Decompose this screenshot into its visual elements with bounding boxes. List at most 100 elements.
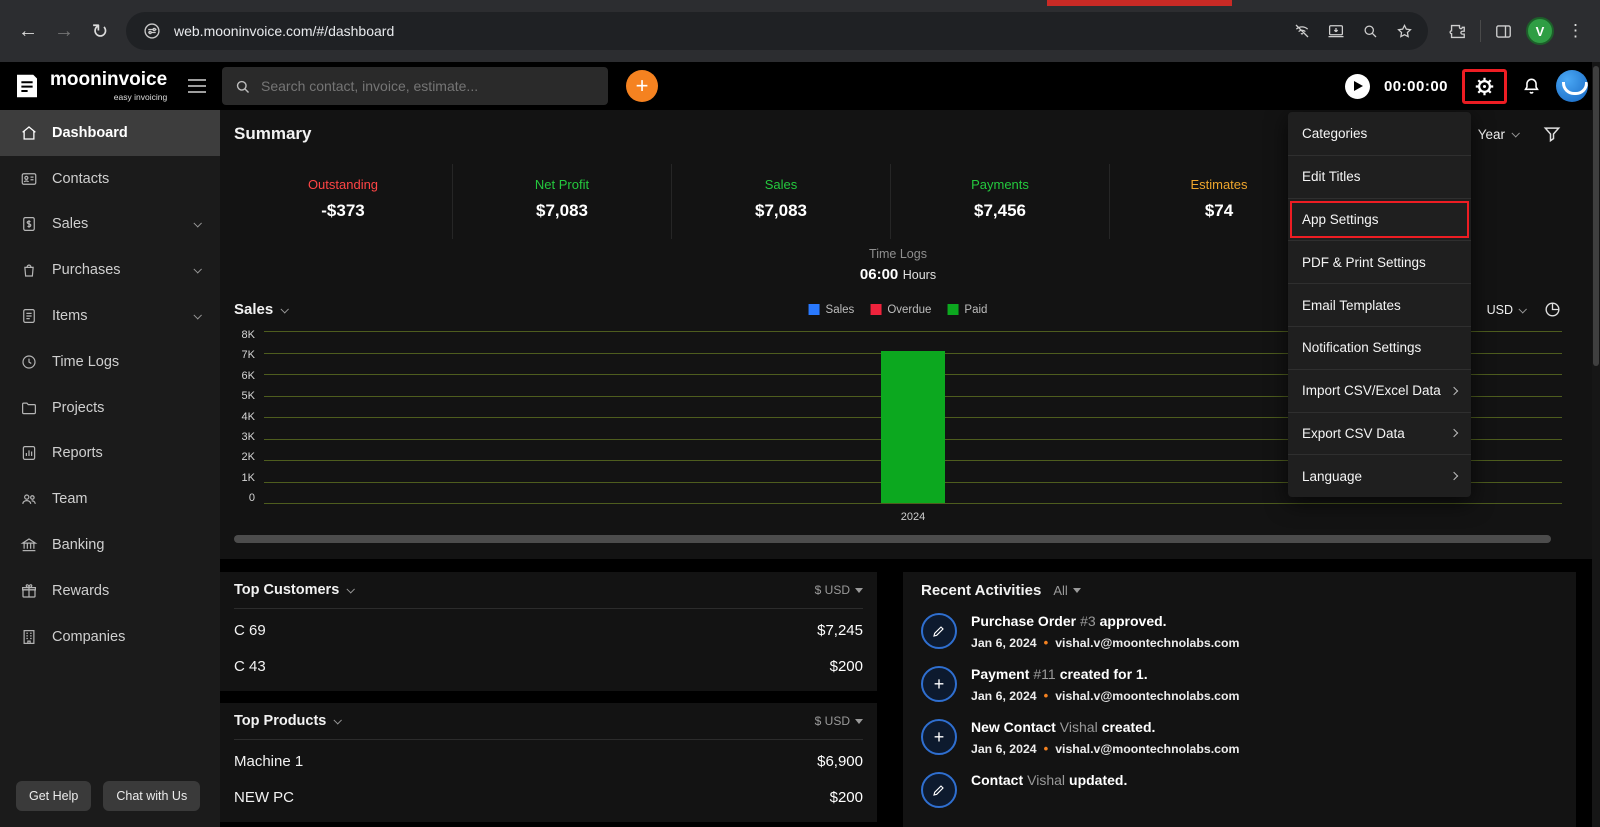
- notifications-bell-icon[interactable]: [1521, 76, 1542, 97]
- menu-item-categories[interactable]: Categories: [1288, 112, 1471, 155]
- get-help-button[interactable]: Get Help: [16, 781, 92, 811]
- product-value: $6,900: [817, 753, 863, 770]
- summary-card-sales[interactable]: Sales $7,083: [672, 164, 891, 239]
- timer-play-button[interactable]: [1344, 73, 1370, 99]
- building-icon: [23, 629, 35, 644]
- install-icon[interactable]: [1327, 22, 1345, 40]
- chart-currency-dropdown[interactable]: USD: [1487, 303, 1527, 317]
- browser-profile-avatar[interactable]: V: [1526, 17, 1554, 45]
- table-row[interactable]: C 69 $7,245: [234, 609, 863, 645]
- sidebar-item-team[interactable]: Team: [0, 476, 220, 522]
- menu-label: Email Templates: [1302, 297, 1401, 313]
- chart-x-label: 2024: [900, 511, 926, 523]
- chart-horizontal-scrollbar[interactable]: [234, 535, 1562, 543]
- settings-gear-icon[interactable]: [1473, 75, 1496, 98]
- sidebar-item-rewards[interactable]: Rewards: [0, 568, 220, 614]
- card-value: $7,083: [536, 201, 588, 220]
- side-panel-icon[interactable]: [1494, 22, 1513, 41]
- sidebar-item-purchases[interactable]: Purchases: [0, 247, 220, 293]
- summary-card-payments[interactable]: Payments $7,456: [891, 164, 1110, 239]
- menu-label: Notification Settings: [1302, 340, 1422, 356]
- menu-label: Language: [1302, 468, 1363, 484]
- chart-title: Sales: [234, 301, 274, 318]
- table-row[interactable]: C 43 $200: [234, 645, 863, 681]
- paid-bar[interactable]: [881, 350, 945, 503]
- menu-item-export-csv[interactable]: Export CSV Data: [1288, 411, 1471, 455]
- currency-dropdown[interactable]: $ USD: [815, 714, 863, 728]
- menu-item-email-templates[interactable]: Email Templates: [1288, 283, 1471, 326]
- toolbar-divider: [1480, 20, 1481, 42]
- filter-icon[interactable]: [1542, 124, 1562, 144]
- bank-icon: [20, 538, 38, 552]
- activity-item[interactable]: Contact Vishal updated.: [921, 772, 1558, 808]
- y-tick: 4K: [241, 410, 255, 423]
- bookmark-star-icon[interactable]: [1395, 22, 1414, 41]
- activity-item[interactable]: + Payment #11 created for 1. Jan 6, 2024 • v…: [921, 666, 1558, 703]
- period-value: Year: [1477, 126, 1505, 142]
- sidebar-item-banking[interactable]: Banking: [0, 522, 220, 568]
- y-tick: 1K: [241, 471, 255, 484]
- reload-button[interactable]: ↻: [82, 13, 118, 49]
- sidebar-item-sales[interactable]: Sales: [0, 202, 220, 248]
- menu-label: PDF & Print Settings: [1302, 254, 1426, 270]
- summary-card-outstanding[interactable]: Outstanding -$373: [234, 164, 453, 239]
- menu-item-notification-settings[interactable]: Notification Settings: [1288, 325, 1471, 369]
- clock-icon: [22, 355, 36, 369]
- activity-text: Contact: [971, 772, 1024, 788]
- url-text[interactable]: web.mooninvoice.com/#/dashboard: [174, 23, 1283, 39]
- sidebar-item-reports[interactable]: Reports: [0, 431, 220, 477]
- time-logs-value: 06:00: [859, 266, 899, 283]
- card-value: $7,456: [974, 201, 1026, 220]
- activities-filter-dropdown[interactable]: All: [1053, 583, 1081, 598]
- sidebar-item-time-logs[interactable]: Time Logs: [0, 339, 220, 385]
- scrollbar-thumb[interactable]: [234, 535, 1552, 543]
- table-row[interactable]: Machine 1 $6,900: [234, 740, 863, 776]
- chevron-right-icon: [1449, 386, 1459, 395]
- forward-button[interactable]: →: [46, 13, 82, 49]
- site-settings-icon[interactable]: [140, 19, 164, 43]
- browser-menu-icon[interactable]: ⋮: [1567, 21, 1584, 41]
- menu-item-edit-titles[interactable]: Edit Titles: [1288, 154, 1471, 198]
- menu-item-pdf-print-settings[interactable]: PDF & Print Settings: [1288, 240, 1471, 283]
- sidebar-item-items[interactable]: Items: [0, 293, 220, 339]
- y-tick: 7K: [241, 349, 255, 362]
- sidebar-label: Companies: [52, 628, 126, 645]
- quick-add-button[interactable]: +: [626, 70, 658, 102]
- activity-item[interactable]: Purchase Order #3 approved. Jan 6, 2024 • vi…: [921, 613, 1558, 650]
- brand-logo[interactable]: mooninvoice easy invoicing: [12, 70, 184, 102]
- search-input[interactable]: [261, 78, 596, 94]
- activity-item[interactable]: + New Contact Vishal created. Jan 6, 2024 •…: [921, 719, 1558, 756]
- vpn-off-icon[interactable]: [1293, 22, 1311, 40]
- page-scrollbar[interactable]: [1592, 62, 1600, 827]
- legend-label: Sales: [825, 303, 855, 316]
- menu-item-import-csv[interactable]: Import CSV/Excel Data: [1288, 368, 1471, 412]
- summary-card-net-profit[interactable]: Net Profit $7,083: [453, 164, 672, 239]
- sidebar-item-companies[interactable]: Companies: [0, 614, 220, 660]
- extensions-icon[interactable]: [1448, 22, 1467, 41]
- address-bar[interactable]: web.mooninvoice.com/#/dashboard: [126, 12, 1428, 50]
- period-dropdown[interactable]: Year: [1477, 126, 1520, 142]
- table-row[interactable]: NEW PC $200: [234, 776, 863, 812]
- sidebar-item-contacts[interactable]: Contacts: [0, 156, 220, 202]
- browser-actions: V ⋮: [1448, 17, 1584, 45]
- chat-with-us-button[interactable]: Chat with Us: [103, 781, 201, 811]
- top-products-dropdown[interactable]: Top Products: [234, 713, 343, 729]
- timer-display[interactable]: 00:00:00: [1384, 78, 1448, 95]
- menu-item-language[interactable]: Language: [1288, 454, 1471, 497]
- scrollbar-thumb[interactable]: [1593, 66, 1599, 366]
- zoom-icon[interactable]: [1361, 22, 1379, 40]
- pie-chart-icon[interactable]: [1543, 300, 1562, 319]
- top-customers-dropdown[interactable]: Top Customers: [234, 582, 356, 598]
- global-search[interactable]: [222, 67, 608, 105]
- sidebar-item-projects[interactable]: Projects: [0, 385, 220, 431]
- currency-dropdown[interactable]: $ USD: [815, 583, 863, 597]
- chart-type-dropdown[interactable]: Sales: [234, 301, 290, 318]
- customer-value: $200: [829, 658, 863, 675]
- sales-invoice-icon: [23, 217, 35, 232]
- user-avatar[interactable]: [1556, 70, 1588, 102]
- menu-toggle-icon[interactable]: [188, 79, 206, 93]
- back-button[interactable]: ←: [10, 13, 46, 49]
- sidebar-item-dashboard[interactable]: Dashboard: [0, 110, 220, 156]
- menu-item-app-settings[interactable]: App Settings: [1288, 197, 1471, 241]
- y-tick: 2K: [241, 451, 255, 464]
